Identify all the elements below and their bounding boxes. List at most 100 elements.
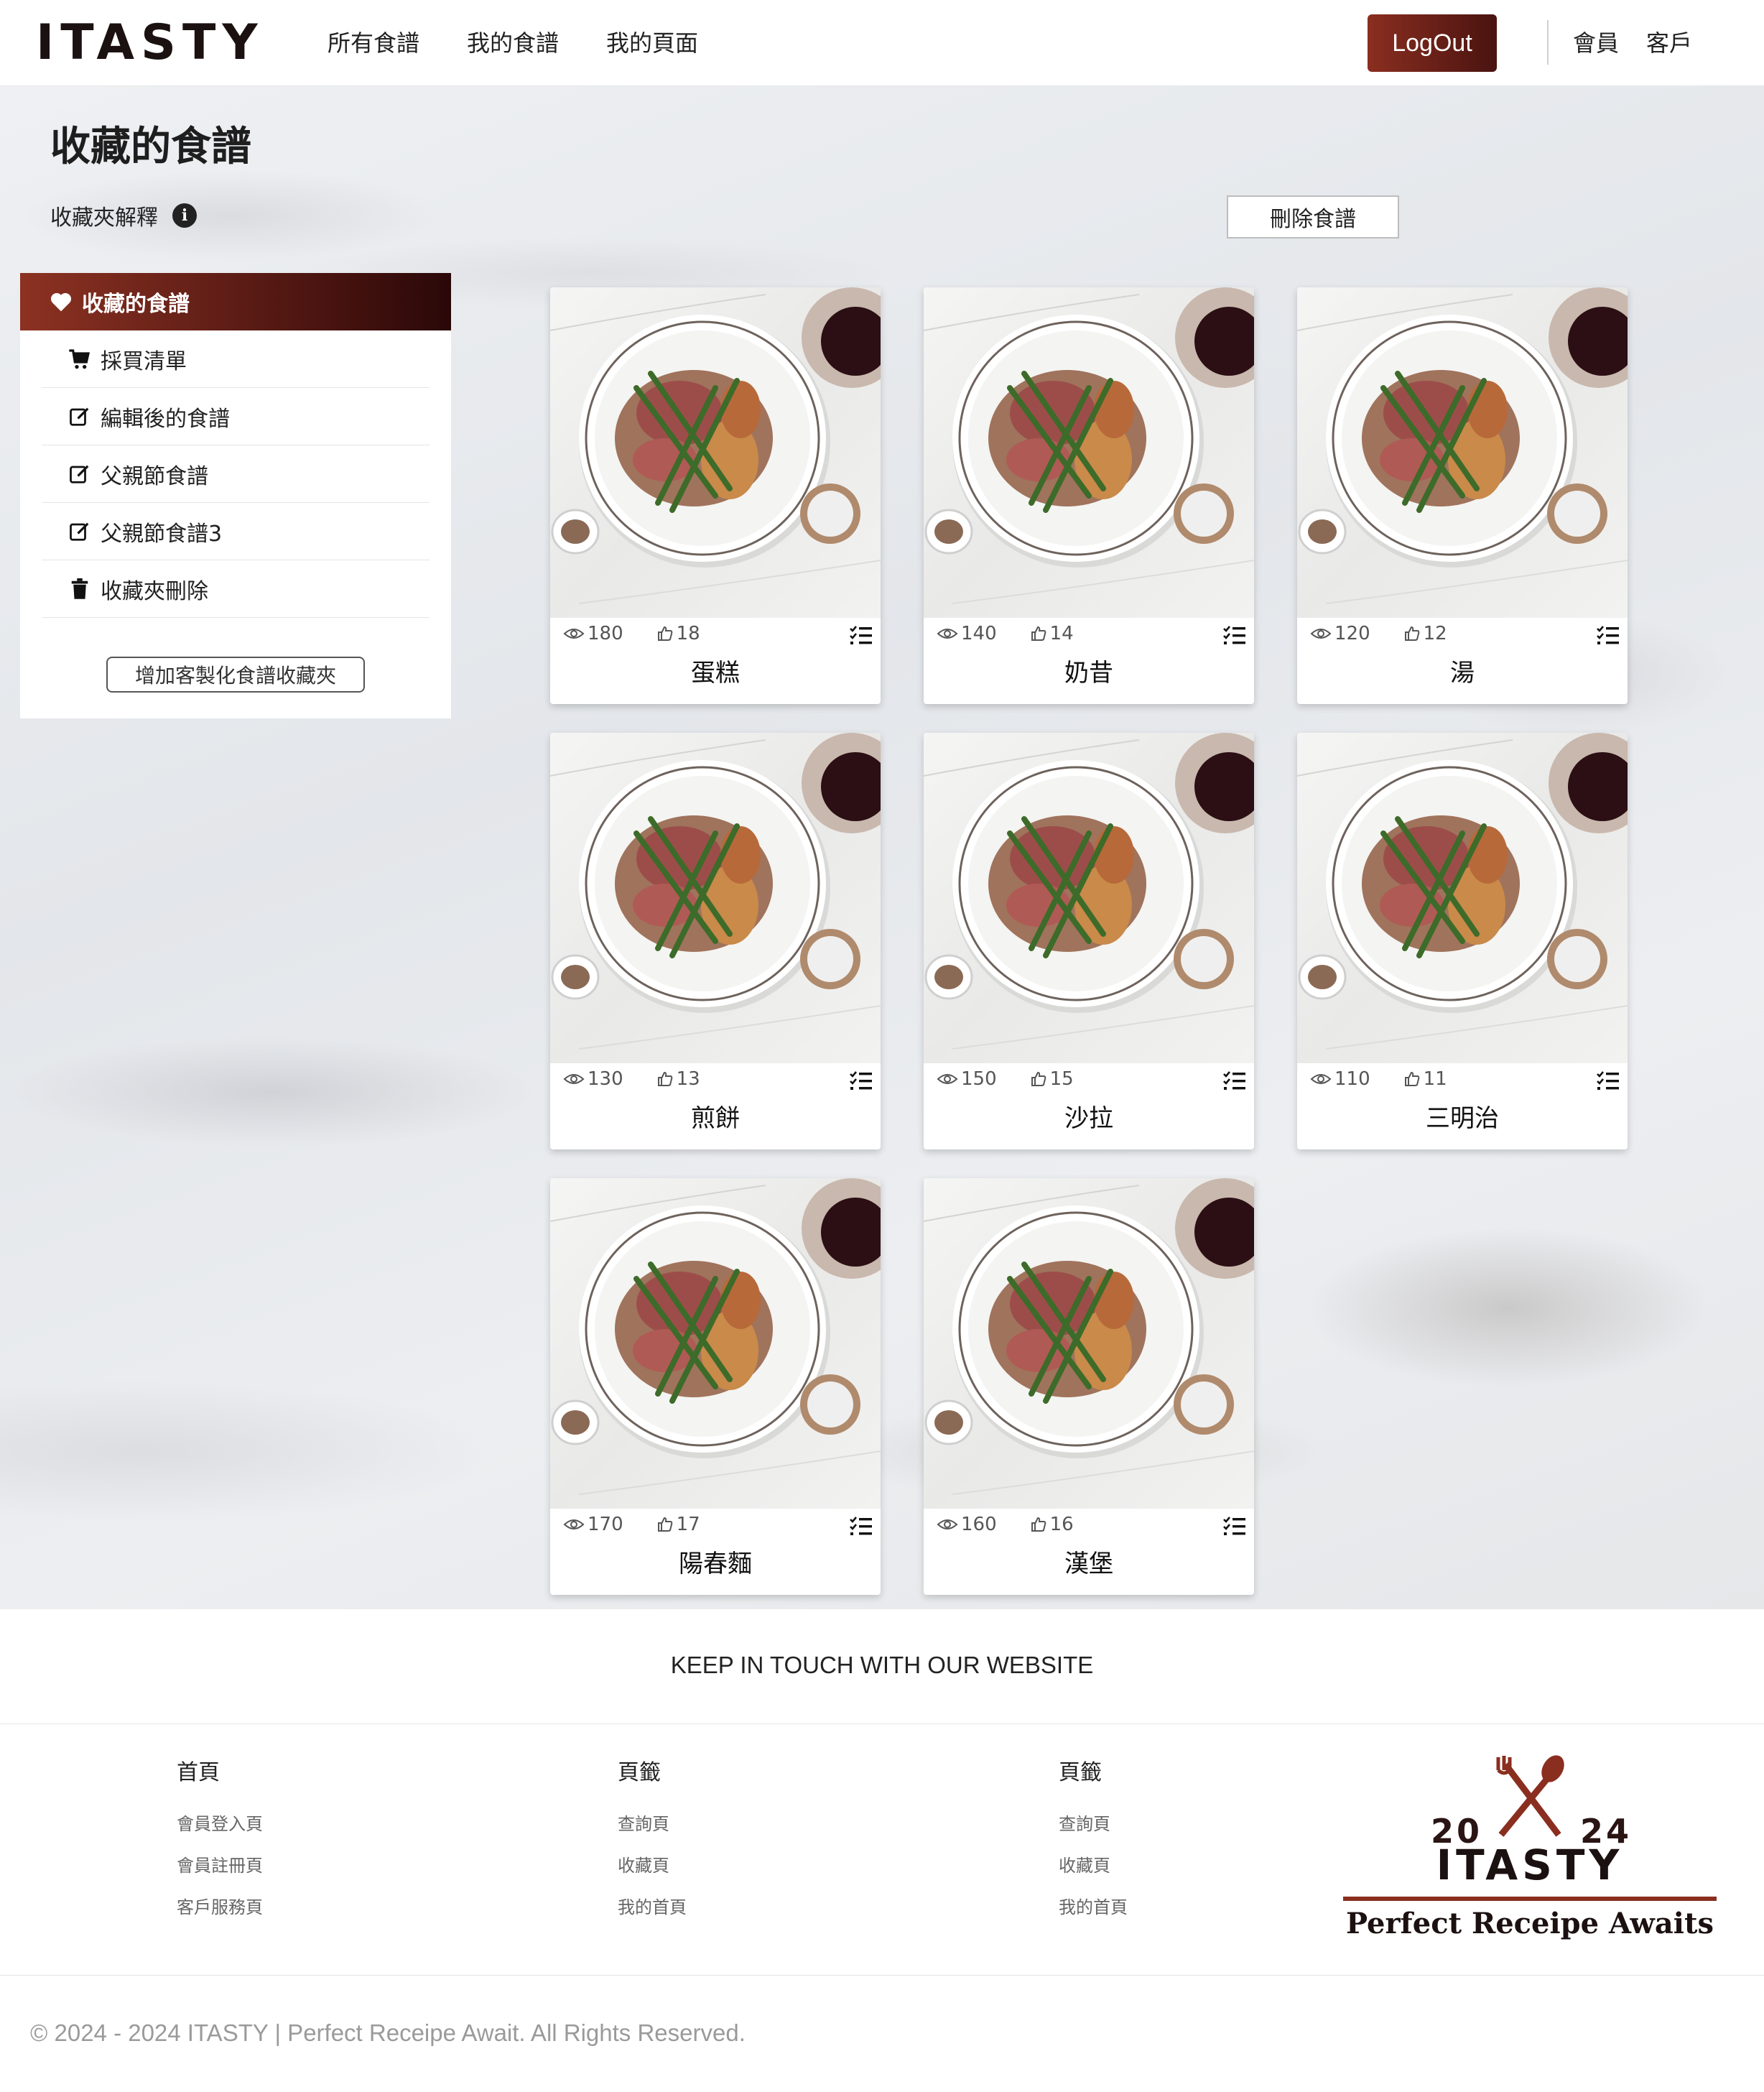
cart-icon xyxy=(68,347,92,371)
like-count: 12 xyxy=(1403,621,1447,647)
folder-explain: 收藏夾解釋 i xyxy=(50,200,197,231)
view-count-value: 160 xyxy=(961,1514,997,1535)
like-count: 17 xyxy=(656,1512,700,1537)
add-to-list-icon[interactable] xyxy=(1222,1516,1247,1540)
eye-icon xyxy=(937,1074,958,1084)
thumbs-up-icon xyxy=(1404,626,1419,641)
recipe-name: 陽春麵 xyxy=(679,1550,752,1578)
footer-link-favorites[interactable]: 收藏頁 xyxy=(618,1853,687,1878)
footer-link-my-home[interactable]: 我的首頁 xyxy=(1059,1895,1128,1920)
view-count: 120 xyxy=(1310,621,1370,647)
nav-my-page[interactable]: 我的頁面 xyxy=(606,27,698,59)
view-count: 150 xyxy=(937,1066,997,1092)
like-count-value: 18 xyxy=(676,623,700,644)
view-count: 180 xyxy=(563,621,623,647)
thumbs-up-icon xyxy=(657,1517,672,1532)
sidebar-item-label: 編輯後的食譜 xyxy=(101,406,230,432)
recipe-image[interactable] xyxy=(550,1178,881,1509)
recipe-image[interactable] xyxy=(924,287,1254,618)
view-count-value: 110 xyxy=(1334,1068,1370,1090)
customer-link[interactable]: 客戶 xyxy=(1646,27,1692,59)
recipe-card[interactable]: 160 16 漢堡 xyxy=(924,1178,1254,1595)
add-to-list-icon[interactable] xyxy=(849,1516,873,1540)
nav-all-recipes[interactable]: 所有食譜 xyxy=(328,27,419,59)
edit-icon xyxy=(68,462,92,486)
like-count: 16 xyxy=(1030,1512,1074,1537)
sidebar-item-shopping-list[interactable]: 採買清單 xyxy=(42,330,430,388)
like-count-value: 13 xyxy=(676,1068,700,1090)
recipe-name: 煎餅 xyxy=(691,1104,740,1133)
sidebar-item-fathers-day[interactable]: 父親節食譜 xyxy=(42,445,430,503)
footer-column-title: 頁籤 xyxy=(618,1760,661,1785)
site-logo[interactable]: ITASTY xyxy=(36,19,264,68)
main-content: 收藏的食譜 收藏夾解釋 i 刪除食譜 收藏的食譜 採買清單 編輯後的食譜 父親節… xyxy=(0,86,1764,1609)
recipe-card[interactable]: 180 18 蛋糕 xyxy=(550,287,881,704)
recipe-name: 奶昔 xyxy=(1064,659,1113,688)
add-to-list-icon[interactable] xyxy=(849,1070,873,1095)
recipe-image[interactable] xyxy=(1297,287,1628,618)
recipe-image[interactable] xyxy=(1297,733,1628,1063)
eye-icon xyxy=(937,1519,958,1529)
sidebar-item-favorites[interactable]: 收藏的食譜 xyxy=(20,273,451,330)
footer-link-my-home[interactable]: 我的首頁 xyxy=(618,1895,687,1920)
footer-link-favorites[interactable]: 收藏頁 xyxy=(1059,1853,1128,1878)
recipe-image[interactable] xyxy=(550,287,881,618)
recipe-card[interactable]: 120 12 湯 xyxy=(1297,287,1628,704)
sidebar-item-fathers-day-3[interactable]: 父親節食譜3 xyxy=(42,503,430,560)
footer-link-customer-service[interactable]: 客戶服務頁 xyxy=(177,1895,263,1920)
recipe-image[interactable] xyxy=(924,1178,1254,1509)
view-count-value: 170 xyxy=(588,1514,623,1535)
recipe-stats: 170 17 xyxy=(563,1512,700,1537)
nav-my-recipes[interactable]: 我的食譜 xyxy=(467,27,559,59)
recipe-card[interactable]: 110 11 三明治 xyxy=(1297,733,1628,1149)
recipe-card[interactable]: 150 15 沙拉 xyxy=(924,733,1254,1149)
view-count-value: 130 xyxy=(588,1068,623,1090)
add-to-list-icon[interactable] xyxy=(1222,625,1247,649)
header-divider xyxy=(1547,20,1549,65)
add-to-list-icon[interactable] xyxy=(1596,1070,1620,1095)
footer-links: 首頁 會員登入頁 會員註冊頁 客戶服務頁 頁籤 查詢頁 收藏頁 我的首頁 頁籤 … xyxy=(0,1724,1764,1976)
sidebar-list: 採買清單 編輯後的食譜 父親節食譜 父親節食譜3 收藏夾刪除 xyxy=(20,330,451,618)
add-to-list-icon[interactable] xyxy=(1222,1070,1247,1095)
sidebar-item-label: 收藏夾刪除 xyxy=(101,578,208,604)
footer-column-tabs-2: 頁籤 查詢頁 收藏頁 我的首頁 xyxy=(1059,1759,1128,1937)
recipe-image[interactable] xyxy=(924,733,1254,1063)
sidebar-item-label: 父親節食譜 xyxy=(101,463,208,489)
page-title: 收藏的食譜 xyxy=(50,124,251,170)
info-icon[interactable]: i xyxy=(172,203,197,228)
recipe-card[interactable]: 130 13 煎餅 xyxy=(550,733,881,1149)
footer-badge-logo: 20 24 ITASTY Perfect Receipe Awaits xyxy=(1343,1754,1717,1956)
member-link[interactable]: 會員 xyxy=(1573,27,1619,59)
footer-link-member-login[interactable]: 會員登入頁 xyxy=(177,1812,263,1836)
sidebar-item-delete-folder[interactable]: 收藏夾刪除 xyxy=(42,560,430,618)
footer-link-search[interactable]: 查詢頁 xyxy=(1059,1812,1128,1836)
sidebar-item-edited-recipes[interactable]: 編輯後的食譜 xyxy=(42,388,430,445)
recipe-name: 沙拉 xyxy=(1064,1104,1113,1133)
recipe-stats: 160 16 xyxy=(937,1512,1074,1537)
logout-button[interactable]: LogOut xyxy=(1368,14,1497,72)
badge-brand-name: ITASTY xyxy=(1436,1841,1624,1889)
add-custom-folder-button[interactable]: 增加客製化食譜收藏夾 xyxy=(106,657,365,693)
add-to-list-icon[interactable] xyxy=(849,625,873,649)
like-count: 11 xyxy=(1403,1066,1447,1092)
recipe-name: 湯 xyxy=(1450,659,1475,688)
fork-spoon-icon xyxy=(1496,1755,1564,1837)
view-count-value: 180 xyxy=(588,623,623,644)
heart-icon xyxy=(49,290,73,314)
like-count-value: 17 xyxy=(676,1514,700,1535)
like-count-value: 15 xyxy=(1049,1068,1074,1090)
view-count-value: 120 xyxy=(1334,623,1370,644)
delete-recipe-button[interactable]: 刪除食譜 xyxy=(1227,195,1399,239)
footer-link-member-register[interactable]: 會員註冊頁 xyxy=(177,1853,263,1878)
footer-link-search[interactable]: 查詢頁 xyxy=(618,1812,687,1836)
recipe-card[interactable]: 170 17 陽春麵 xyxy=(550,1178,881,1595)
eye-icon xyxy=(1310,1074,1332,1084)
like-count-value: 11 xyxy=(1423,1068,1447,1090)
add-to-list-icon[interactable] xyxy=(1596,625,1620,649)
recipe-card[interactable]: 140 14 奶昔 xyxy=(924,287,1254,704)
recipe-image[interactable] xyxy=(550,733,881,1063)
footer-top: KEEP IN TOUCH WITH OUR WEBSITE xyxy=(0,1609,1764,1724)
recipe-name: 蛋糕 xyxy=(691,659,740,688)
view-count-value: 150 xyxy=(961,1068,997,1090)
eye-icon xyxy=(563,1074,585,1084)
